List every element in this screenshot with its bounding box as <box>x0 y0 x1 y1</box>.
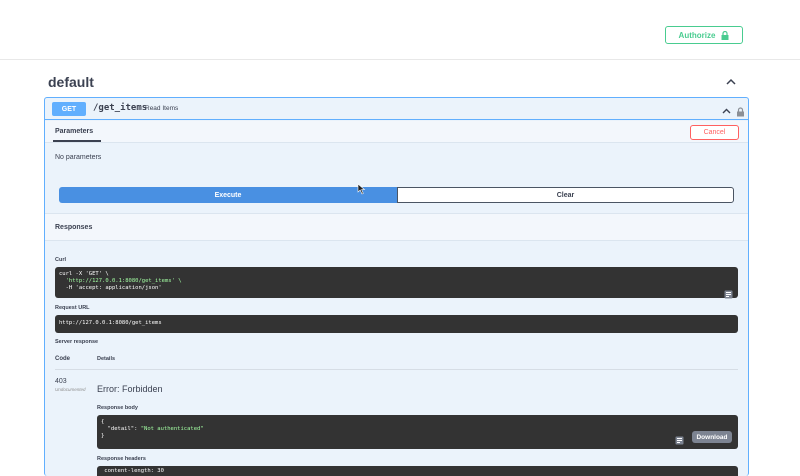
curl-line: curl -X 'GET' \ <box>59 271 109 277</box>
operation-summary[interactable]: GET /get_items Read Items <box>45 98 748 120</box>
cancel-button[interactable]: Cancel <box>690 125 739 140</box>
chevron-up-icon[interactable] <box>721 104 732 115</box>
copy-icon[interactable] <box>675 432 684 445</box>
details-column-header: Details <box>97 356 116 362</box>
operation-block: GET /get_items Read Items Parameters Can… <box>44 97 749 476</box>
mouse-cursor-icon <box>357 182 367 195</box>
code-column-header: Code <box>55 356 70 362</box>
response-body-block: { "detail": "Not authenticated"} <box>97 415 738 449</box>
request-url-block: http://127.0.0.1:8080/get_items <box>55 315 738 333</box>
json-key: "detail": <box>101 426 141 432</box>
chevron-up-icon[interactable] <box>724 75 738 89</box>
json-brace: { <box>101 419 105 425</box>
status-code: 403 <box>55 378 67 385</box>
response-headers-label: Response headers <box>97 456 146 462</box>
divider <box>55 369 738 370</box>
curl-block: curl -X 'GET' \ 'http://127.0.0.1:8080/g… <box>55 267 738 298</box>
server-response-label: Server response <box>55 339 99 345</box>
execute-button[interactable]: Execute <box>59 187 397 203</box>
operation-path: /get_items <box>93 103 148 113</box>
response-body-label: Response body <box>97 405 138 411</box>
top-bar: Authorize <box>0 0 800 60</box>
curl-line: -H 'accept: application/json' <box>59 285 162 291</box>
responses-header: Responses <box>45 213 748 241</box>
error-text: Error: Forbidden <box>97 384 163 394</box>
section-title: default <box>48 74 94 90</box>
no-parameters-text: No parameters <box>55 154 102 161</box>
parameters-header: Parameters Cancel <box>45 121 748 143</box>
curl-line: 'http://127.0.0.1:8080/get_items' \ <box>59 278 182 284</box>
execute-wrapper: Execute Clear <box>59 187 734 203</box>
tab-parameters[interactable]: Parameters <box>55 128 93 135</box>
download-button[interactable]: Download <box>692 431 732 443</box>
responses-title: Responses <box>55 224 93 231</box>
operation-summary-text: Read Items <box>145 105 179 112</box>
method-badge: GET <box>52 102 86 116</box>
authorize-button[interactable]: Authorize <box>665 26 743 44</box>
json-brace: } <box>101 433 105 439</box>
response-headers-block: content-length: 30 <box>97 466 738 476</box>
authorize-label: Authorize <box>678 30 716 40</box>
curl-label: Curl <box>55 257 66 263</box>
json-line: "detail": "Not authenticated" <box>101 426 734 433</box>
lock-icon <box>721 30 729 40</box>
tab-underline <box>53 140 101 142</box>
clear-button[interactable]: Clear <box>397 187 734 203</box>
lock-icon[interactable] <box>736 104 745 117</box>
json-value: "Not authenticated" <box>140 426 204 432</box>
copy-icon[interactable] <box>724 286 733 299</box>
undocumented-label: Undocumented <box>55 387 86 392</box>
request-url-label: Request URL <box>55 305 90 311</box>
